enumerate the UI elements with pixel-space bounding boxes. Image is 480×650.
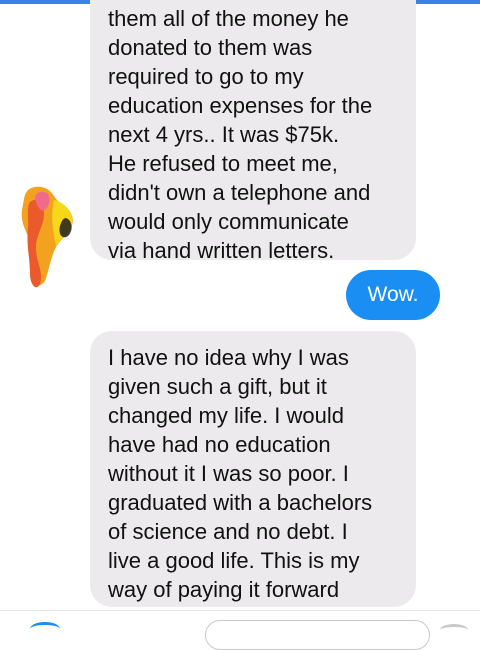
incoming-message-bubble: I have no idea why I was given such a gi… (90, 331, 416, 607)
avatar-scribble (21, 186, 73, 288)
composer-action-icon[interactable] (30, 622, 60, 636)
composer-divider (0, 610, 480, 611)
message-input[interactable] (205, 620, 430, 650)
redacted-avatar-icon[interactable] (14, 180, 80, 292)
incoming-message-bubble: them all of the money he donated to them… (90, 0, 416, 263)
message-composer-bar (0, 610, 480, 650)
composer-action-icon[interactable] (440, 624, 468, 636)
outgoing-message-bubble: Wow. (346, 270, 440, 320)
